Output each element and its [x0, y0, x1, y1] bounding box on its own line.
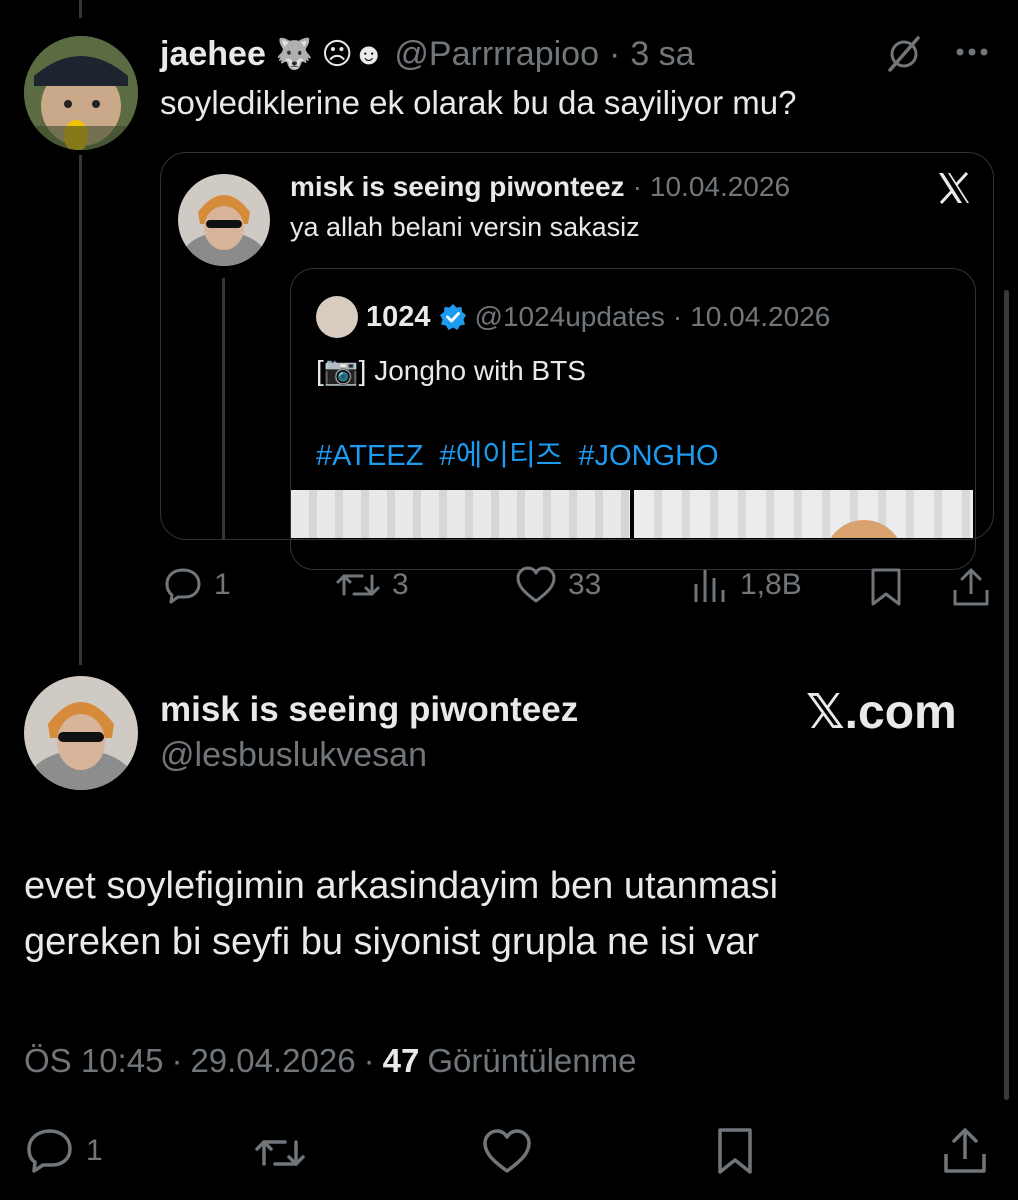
bottom-like-button[interactable] — [480, 1126, 534, 1176]
avatar-image — [24, 676, 138, 790]
avatar-1024[interactable] — [316, 296, 358, 338]
share-button[interactable] — [950, 566, 992, 608]
share-icon — [944, 1128, 986, 1173]
quoted-text: ya allah belani versin sakasiz — [290, 212, 640, 242]
reply-icon — [27, 1129, 72, 1173]
inner-text-prefix: [ — [316, 355, 324, 386]
timestamp[interactable]: 3 sa — [630, 35, 694, 74]
retweet-icon — [255, 1140, 305, 1166]
hashtag-list: #ATEEZ #에이티즈 #JONGHO — [316, 432, 727, 474]
more-options-icon[interactable] — [952, 40, 992, 64]
quoted-author-name[interactable]: misk is seeing piwonteez — [290, 171, 625, 203]
reply-button[interactable]: 1 — [162, 564, 231, 606]
scrollbar[interactable] — [1004, 290, 1009, 1100]
reply-icon — [165, 568, 201, 604]
heart-icon — [483, 1129, 531, 1173]
bottom-share-button[interactable] — [940, 1126, 990, 1176]
separator-dot: · — [632, 171, 642, 202]
main-author-name[interactable]: misk is seeing piwonteez — [160, 690, 578, 730]
inner-date: 10.04.2026 — [690, 301, 831, 332]
views-button[interactable]: 1,8B — [690, 564, 802, 606]
retweet-button[interactable]: 3 — [334, 564, 409, 606]
like-button[interactable]: 33 — [514, 564, 601, 606]
reply-count: 1 — [214, 568, 231, 601]
share-icon — [953, 568, 989, 606]
x-com-brand: 𝕏.com — [806, 686, 957, 739]
avatar-image — [178, 174, 270, 266]
inner-text-body: ] Jongho with BTS — [358, 355, 586, 386]
separator-dot: · — [363, 1042, 375, 1079]
thread-line — [79, 155, 82, 665]
inner-author-name[interactable]: 1024 — [366, 301, 431, 334]
main-tweet-text: evet soylefigimin arkasindayim ben utanm… — [24, 858, 778, 970]
avatar-jaehee[interactable] — [24, 36, 138, 150]
reply-text: soylediklerine ek olarak bu da sayiliyor… — [160, 84, 797, 121]
tweet-views-label: Görüntülenme — [427, 1042, 637, 1079]
bottom-reply-button[interactable]: 1 — [24, 1126, 103, 1176]
media-image-2[interactable] — [634, 490, 973, 538]
separator-dot: · — [672, 301, 683, 332]
views-icon — [694, 570, 725, 602]
bookmark-icon — [718, 1128, 752, 1174]
bookmark-button[interactable] — [866, 566, 906, 608]
avatar-misk-small[interactable] — [178, 174, 270, 266]
retweet-count: 3 — [392, 568, 409, 601]
separator-dot: · — [608, 34, 621, 73]
thread-line-top — [79, 0, 82, 18]
quote-thread-line — [222, 278, 225, 540]
hashtag-ateez[interactable]: #ATEEZ — [316, 440, 423, 472]
media-image-1[interactable] — [291, 490, 630, 538]
inner-text: [📷] Jongho with BTS — [316, 354, 586, 387]
retweet-icon — [336, 574, 380, 596]
x-logo-icon — [936, 170, 972, 206]
like-count: 33 — [568, 568, 602, 601]
bottom-reply-count: 1 — [86, 1134, 103, 1167]
main-author-handle[interactable]: @lesbuslukvesan — [160, 736, 427, 775]
author-handle[interactable]: @Parrrrapioo — [394, 35, 599, 74]
grok-icon[interactable] — [884, 34, 924, 74]
view-count: 1,8B — [740, 568, 802, 601]
hashtag-jongho[interactable]: #JONGHO — [578, 440, 718, 472]
main-text-line-1: evet soylefigimin arkasindayim ben utanm… — [24, 865, 779, 907]
inner-handle[interactable]: @1024updates — [475, 301, 665, 333]
verified-badge-icon — [439, 303, 467, 331]
tweet-date[interactable]: 29.04.2026 — [190, 1042, 355, 1080]
heart-icon — [516, 566, 556, 603]
name-emoji: 🐺 ☹☻ — [275, 37, 385, 71]
main-text-line-2: gereken bi seyfi bu siyonist grupla ne i… — [24, 921, 760, 963]
tweet-time[interactable]: ÖS 10:45 — [24, 1042, 163, 1080]
tweet-meta: ÖS 10:45 · 29.04.2026 · 47 Görüntülenme — [24, 1042, 636, 1080]
author-name[interactable]: jaehee — [160, 35, 266, 74]
camera-icon: 📷 — [323, 355, 359, 386]
media-preview[interactable] — [291, 490, 973, 538]
quoted-date: 10.04.2026 — [649, 171, 791, 202]
avatar-image — [24, 36, 138, 150]
bookmark-icon — [871, 568, 901, 606]
bottom-bookmark-button[interactable] — [712, 1126, 758, 1176]
separator-dot: · — [171, 1042, 183, 1079]
hashtag-ateez-korean[interactable]: #에이티즈 — [440, 440, 563, 472]
bottom-retweet-button[interactable] — [252, 1128, 308, 1176]
tweet-view-count: 47 — [382, 1042, 420, 1079]
avatar-misk[interactable] — [24, 676, 138, 790]
